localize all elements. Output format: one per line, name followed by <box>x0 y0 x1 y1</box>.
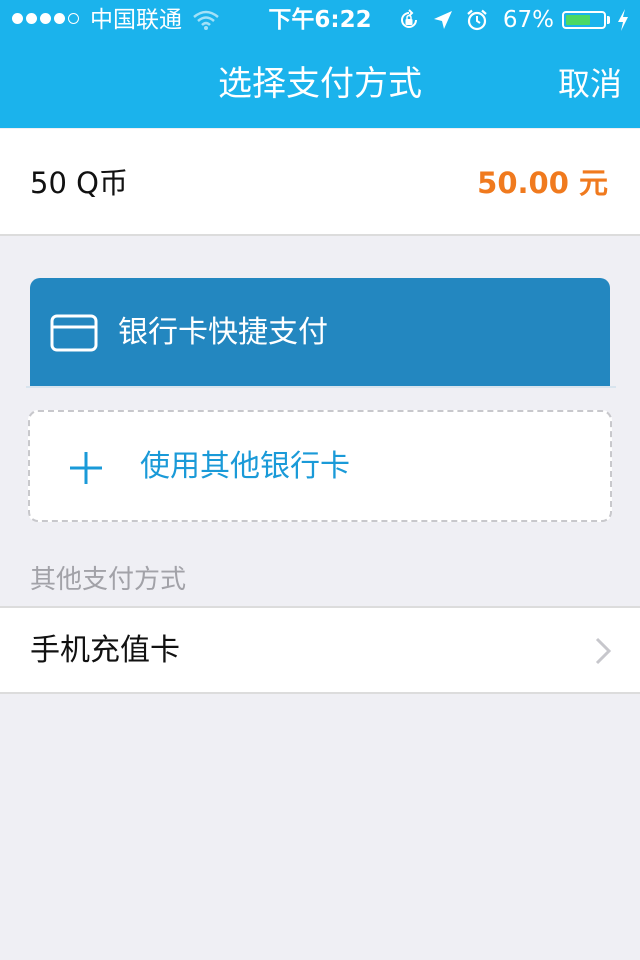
location-arrow-icon <box>433 11 452 29</box>
list-item-mobile-recharge-card[interactable]: 手机充值卡 <box>0 606 640 694</box>
status-right-group: 67% <box>387 6 630 34</box>
product-summary-row: 50 Q币 50.00 元 <box>0 129 640 236</box>
cancel-button[interactable]: 取消 <box>558 60 622 108</box>
use-other-bank-card-button[interactable]: 使用其他银行卡 <box>28 410 612 522</box>
card-divider <box>26 386 616 388</box>
battery-level-fill <box>566 15 590 25</box>
charging-bolt-icon <box>618 9 628 31</box>
battery-icon <box>562 11 606 29</box>
other-methods-header: 其他支付方式 <box>30 565 187 595</box>
list-item-label: 手机充值卡 <box>30 633 180 668</box>
chevron-right-icon <box>595 637 612 665</box>
battery-percent: 67% <box>502 7 554 33</box>
battery-tip <box>607 16 610 24</box>
rotation-lock-icon <box>400 9 417 28</box>
status-bar: 中国联通 下午6:22 67% <box>0 0 640 40</box>
product-price: 50.00 元 <box>477 166 608 200</box>
bank-card-quick-pay-button[interactable]: 银行卡快捷支付 <box>30 278 610 386</box>
product-name: 50 Q币 <box>30 166 128 200</box>
payment-method-screen: 中国联通 下午6:22 67% 选择支付方式 取消 50 Q币 50.00 元 … <box>0 0 640 960</box>
page-title: 选择支付方式 <box>218 64 422 104</box>
plus-icon <box>70 452 102 484</box>
credit-card-icon <box>50 314 98 352</box>
bank-card-label: 银行卡快捷支付 <box>118 315 328 350</box>
alarm-icon <box>467 9 487 31</box>
other-card-label: 使用其他银行卡 <box>140 449 350 484</box>
top-bar: 中国联通 下午6:22 67% 选择支付方式 取消 <box>0 0 640 128</box>
